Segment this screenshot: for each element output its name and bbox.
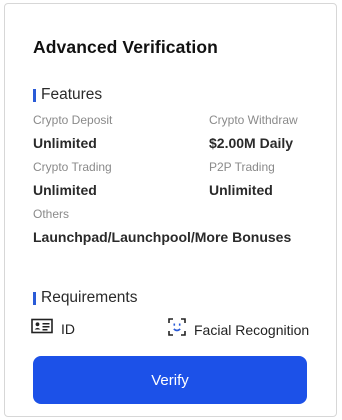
feature-value: $2.00M Daily (209, 135, 294, 151)
features-heading-label: Features (41, 86, 103, 103)
features-heading: Features (33, 86, 102, 104)
feature-value: Unlimited (209, 182, 273, 198)
requirements-heading: Requirements (33, 289, 138, 307)
requirements-heading-label: Requirements (41, 289, 138, 306)
card-title: Advanced Verification (33, 37, 218, 57)
feature-crypto-trading: Crypto Trading Unlimited (33, 160, 203, 198)
verification-card: Advanced Verification Features Crypto De… (4, 3, 337, 417)
requirement-label: ID (61, 320, 75, 337)
requirement-id: ID (31, 318, 75, 339)
feature-label: Others (33, 207, 70, 221)
feature-label: P2P Trading (209, 160, 275, 174)
feature-label: Crypto Deposit (33, 113, 113, 127)
feature-label: Crypto Trading (33, 160, 112, 174)
section-marker (33, 291, 36, 305)
section-marker (33, 88, 36, 102)
feature-crypto-withdraw: Crypto Withdraw $2.00M Daily (209, 113, 342, 151)
feature-others: Others Launchpad/Launchpool/More Bonuses (33, 207, 333, 245)
feature-label: Crypto Withdraw (209, 113, 298, 127)
feature-value: Launchpad/Launchpool/More Bonuses (33, 229, 292, 245)
feature-crypto-deposit: Crypto Deposit Unlimited (33, 113, 203, 151)
face-scan-icon (168, 318, 186, 341)
requirement-label: Facial Recognition (194, 321, 310, 338)
feature-p2p-trading: P2P Trading Unlimited (209, 160, 342, 198)
verify-button[interactable]: Verify (33, 356, 307, 404)
feature-value: Unlimited (33, 135, 97, 151)
id-card-icon (31, 318, 53, 339)
requirement-facial-recognition: Facial Recognition (168, 318, 309, 341)
feature-value: Unlimited (33, 182, 97, 198)
